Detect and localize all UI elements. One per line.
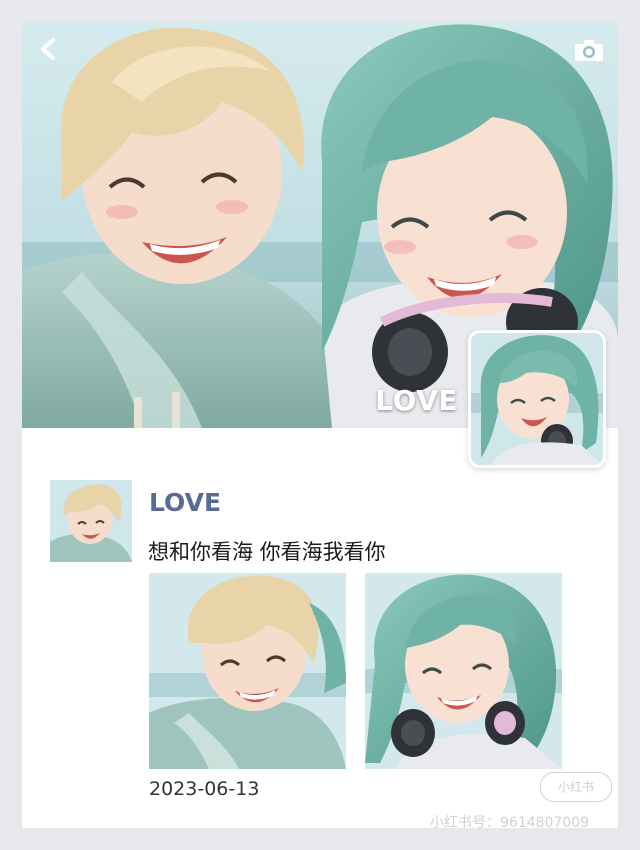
watermark-badge: 小红书 <box>540 772 612 802</box>
camera-icon <box>575 40 603 61</box>
girl-portrait-image <box>365 573 562 769</box>
post-date: 2023-06-13 <box>149 778 260 800</box>
post-text: 想和你看海 你看海我看你 <box>148 540 386 564</box>
watermark-id: 小红书号：9614807009 <box>430 815 590 828</box>
cover-username: LOVE <box>375 384 458 417</box>
post-image-1[interactable] <box>149 573 346 769</box>
back-button[interactable] <box>36 36 62 62</box>
post-image-2[interactable] <box>365 573 562 769</box>
camera-button[interactable] <box>574 38 604 62</box>
moments-card: LOVE LOVE 想和你看海 你看海我看你 2023-06-13 小红书 小红… <box>22 22 618 828</box>
post-author-name[interactable]: LOVE <box>149 488 221 517</box>
profile-avatar[interactable] <box>468 330 606 468</box>
boy-portrait-image <box>149 573 346 769</box>
post-author-avatar[interactable] <box>50 480 132 562</box>
avatar-girl-image <box>471 333 603 465</box>
avatar-boy-image <box>50 480 132 562</box>
back-chevron-icon <box>41 38 55 60</box>
